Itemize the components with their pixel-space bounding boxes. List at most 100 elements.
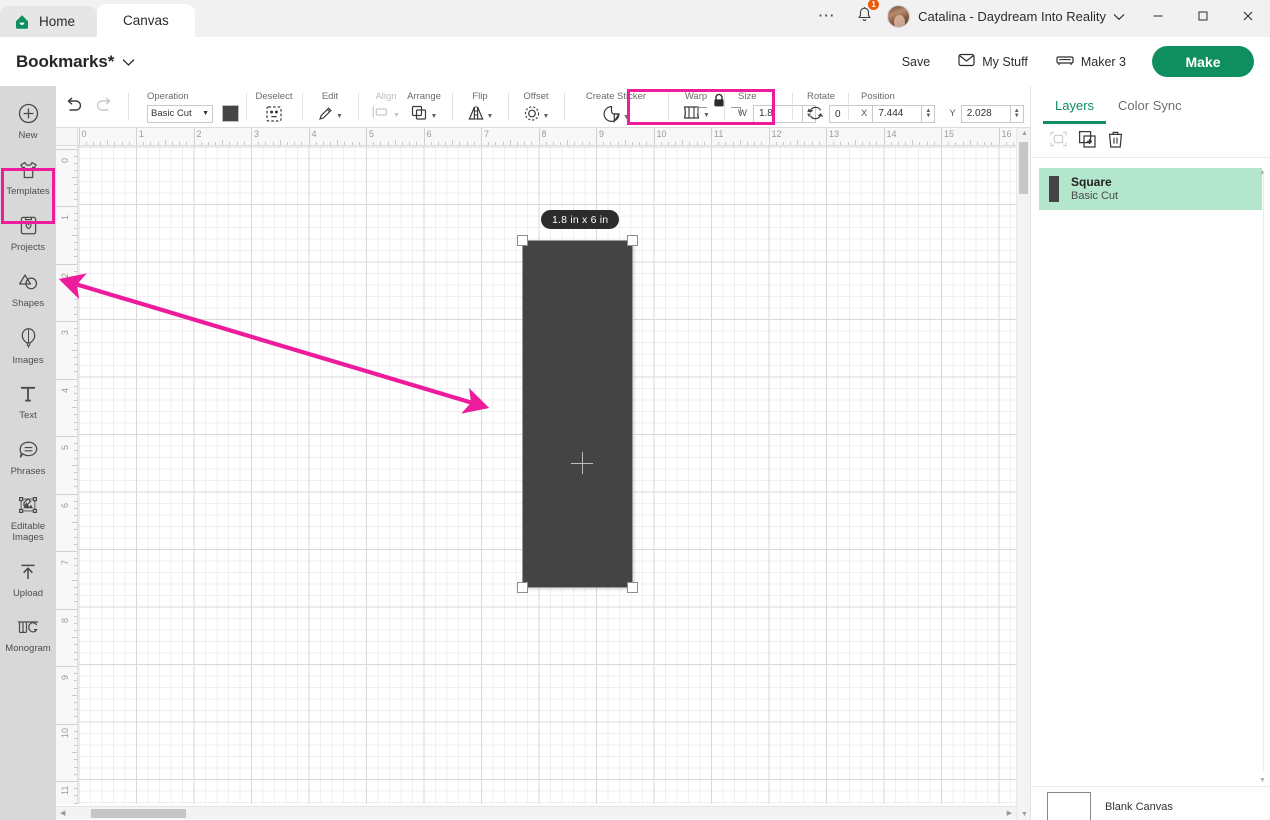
position-x-stepper[interactable]: ▲ ▼ [922, 104, 936, 123]
chevron-down-icon[interactable]: ▼ [431, 113, 438, 120]
sidebar-label-phrases: Phrases [10, 465, 46, 477]
ruler-major-tick [366, 128, 367, 145]
canvas-horizontal-scrollbar[interactable]: ◀ ▶ [56, 806, 1016, 819]
ruler-tick-label: 2 [196, 129, 202, 139]
scroll-down-arrow-icon[interactable]: ▼ [1259, 777, 1266, 784]
handle-bottom-left[interactable] [517, 582, 528, 593]
machine-selector[interactable]: Maker 3 [1042, 47, 1140, 77]
horizontal-ruler: 0 1 2 3 4 5 6 7 8 9 10 11 12 13 14 15 16 [78, 128, 1016, 146]
canvas-background-row[interactable]: Blank Canvas [1031, 786, 1270, 820]
plus-circle-icon [18, 103, 39, 127]
position-x-input[interactable]: 7.444 [872, 104, 923, 123]
ruler-tick-label: 1 [139, 129, 145, 139]
canvas-center-crosshair [571, 452, 593, 474]
sidebar-label-shapes: Shapes [11, 297, 45, 309]
handle-top-right[interactable] [627, 235, 638, 246]
create-sticker-button[interactable]: Create Sticker ▼ [573, 86, 659, 128]
projects-icon [19, 215, 38, 239]
arrange-button[interactable]: Arrange ▼ [405, 86, 443, 128]
duplicate-icon[interactable] [1078, 130, 1097, 152]
sidebar-item-projects[interactable]: Projects [0, 206, 56, 262]
redo-icon[interactable] [95, 97, 114, 116]
operation-color-swatch[interactable] [222, 105, 239, 122]
rotate-group: Rotate 0 ▲▼ [792, 86, 894, 127]
ruler-tick-label: 7 [60, 559, 70, 565]
make-button[interactable]: Make [1152, 46, 1254, 77]
undo-icon[interactable] [64, 97, 83, 116]
window-close-button[interactable] [1225, 0, 1270, 32]
horizontal-scroll-thumb[interactable] [91, 809, 186, 818]
ruler-major-tick [78, 128, 80, 145]
sidebar-item-monogram[interactable]: Monogram [0, 608, 56, 664]
ruler-major-tick [56, 206, 77, 207]
ruler-tick-label: 0 [60, 157, 70, 163]
sidebar-item-text[interactable]: Text [0, 374, 56, 430]
sidebar-item-phrases[interactable]: Phrases [0, 430, 56, 486]
align-button: Align ▼ [367, 86, 405, 128]
ruler-major-tick [596, 128, 597, 145]
window-maximize-button[interactable] [1180, 0, 1225, 32]
chevron-down-icon[interactable]: ▼ [336, 113, 343, 120]
edit-button[interactable]: Edit ▼ [311, 86, 349, 128]
more-options-icon[interactable]: ⋯ [808, 7, 851, 30]
speech-bubble-icon [18, 440, 39, 463]
project-chevron-down-icon[interactable] [122, 56, 135, 70]
canvas-grid[interactable]: 1.8 in x 6 in [78, 146, 1016, 804]
position-y-input[interactable]: 2.028 [960, 104, 1011, 123]
ruler-major-tick [998, 128, 1000, 145]
avatar[interactable] [887, 5, 911, 28]
sidebar-item-new[interactable]: New [0, 94, 56, 150]
scroll-left-arrow-icon[interactable]: ◀ [60, 809, 65, 817]
right-panel: Layers Color Sync Square Basic Cut ▼ Bla… [1030, 86, 1270, 820]
ruler-major-tick [826, 128, 827, 145]
scroll-down-arrow-icon[interactable]: ▼ [1021, 811, 1028, 818]
ruler-major-tick [56, 436, 77, 437]
ruler-tick-label: 8 [60, 617, 70, 623]
sidebar-item-editable-images[interactable]: Editable Images [0, 486, 56, 552]
position-label: Position [861, 90, 895, 102]
position-group: Position X 7.444 ▲ ▼ Y 2.028 ▲ ▼ [848, 86, 1024, 127]
chevron-down-icon[interactable]: ▼ [623, 114, 630, 121]
operation-select[interactable]: Basic Cut ▼ [147, 104, 213, 123]
account-chevron-down-icon[interactable] [1113, 10, 1125, 24]
handle-bottom-right[interactable] [627, 582, 638, 593]
create-sticker-group: Create Sticker ▼ [564, 86, 668, 127]
chevron-down-icon[interactable]: ▼ [543, 113, 550, 120]
sidebar-item-templates[interactable]: Templates [0, 150, 56, 206]
size-lock-toggle[interactable] [697, 93, 741, 114]
canvas-background-label: Blank Canvas [1105, 800, 1173, 813]
handle-top-left[interactable] [517, 235, 528, 246]
offset-button[interactable]: Offset ▼ [517, 86, 555, 128]
monogram-icon [16, 618, 40, 640]
deselect-button[interactable]: Deselect [255, 86, 293, 128]
ruler-tick-label: 8 [541, 129, 547, 139]
account-name: Catalina - Daydream Into Reality [918, 9, 1106, 24]
scroll-right-arrow-icon[interactable]: ▶ [1007, 809, 1012, 817]
notification-bell[interactable]: 1 [850, 0, 883, 31]
my-stuff-button[interactable]: My Stuff [944, 47, 1042, 77]
scroll-up-arrow-icon[interactable]: ▲ [1021, 130, 1028, 137]
tab-color-sync-label: Color Sync [1118, 97, 1182, 113]
tab-canvas[interactable]: Canvas [97, 4, 195, 37]
position-y-stepper[interactable]: ▲ ▼ [1010, 104, 1024, 123]
chevron-down-icon[interactable]: ▼ [487, 113, 494, 120]
canvas-color-swatch[interactable] [1047, 792, 1091, 820]
vertical-scroll-thumb[interactable] [1019, 142, 1028, 194]
save-button[interactable]: Save [888, 47, 945, 77]
window-minimize-button[interactable] [1135, 0, 1180, 32]
layer-list-scrollbar[interactable]: ▲ ▼ [1258, 159, 1268, 786]
edit-toolbar: Operation Basic Cut ▼ Deselect Edit ▼ Al… [56, 86, 1030, 128]
canvas-vertical-scrollbar[interactable]: ▲ ▼ [1016, 128, 1030, 820]
delete-icon[interactable] [1107, 130, 1124, 152]
sidebar-item-upload[interactable]: Upload [0, 552, 56, 608]
tab-color-sync[interactable]: Color Sync [1106, 86, 1194, 124]
ruler-major-tick [538, 128, 540, 145]
layer-row-square[interactable]: Square Basic Cut [1039, 168, 1262, 210]
offset-group: Offset ▼ [508, 86, 564, 127]
sidebar-item-images[interactable]: Images [0, 318, 56, 374]
flip-button[interactable]: Flip ▼ [461, 86, 499, 128]
sidebar-item-shapes[interactable]: Shapes [0, 262, 56, 318]
align-arrange-group: Align ▼ Arrange ▼ [358, 86, 452, 127]
tab-home[interactable]: Home [0, 6, 98, 37]
tab-layers[interactable]: Layers [1043, 86, 1107, 124]
